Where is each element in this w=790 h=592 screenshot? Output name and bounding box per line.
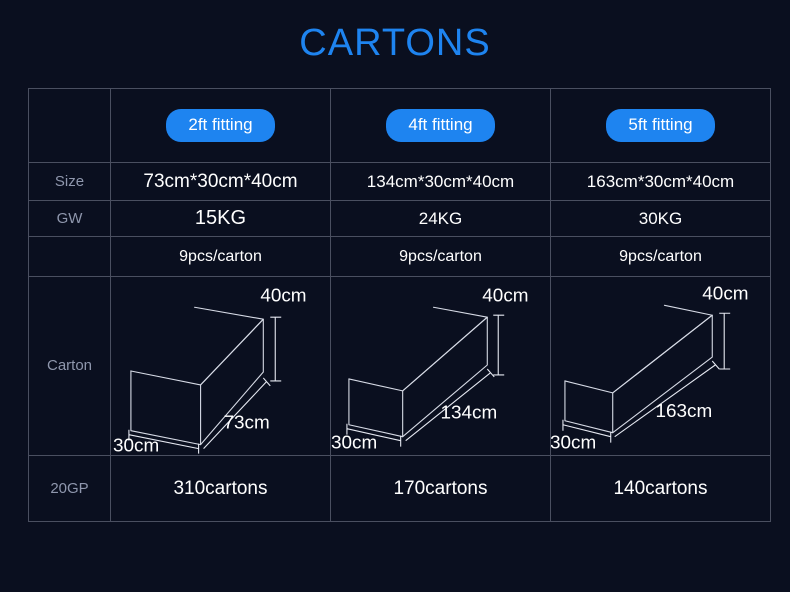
carton-cell-col2: 40cm 134cm 30cm bbox=[330, 276, 551, 456]
dimension-length-col1: 73cm bbox=[203, 377, 271, 449]
carton-diagram-col2: 40cm 134cm 30cm bbox=[331, 285, 529, 454]
dimension-width-label-col1: 30cm bbox=[113, 436, 159, 455]
gw-cell-col2: 24KG bbox=[330, 200, 551, 237]
pill-5ft-fitting[interactable]: 5ft fitting bbox=[606, 109, 715, 142]
gp-value-col1: 310cartons bbox=[173, 477, 268, 499]
pcs-value-col2: 9pcs/carton bbox=[399, 247, 482, 265]
table-header-row: 2ft fitting 4ft fitting 5ft fitting bbox=[28, 88, 771, 163]
row-label-20gp: 20GP bbox=[50, 479, 89, 497]
row-label-size-cell: Size bbox=[28, 162, 111, 201]
page-title: CARTONS bbox=[299, 22, 491, 64]
gp-value-col3: 140cartons bbox=[613, 477, 708, 499]
dimension-height-col3: 40cm bbox=[702, 283, 749, 370]
dimension-height-label-col1: 40cm bbox=[260, 285, 306, 306]
dimension-length-label-col1: 73cm bbox=[223, 413, 269, 434]
row-label-size: Size bbox=[54, 172, 85, 190]
table-row-carton: Carton 40cm 73cm 30cm 40cm 134cm 30cm 40… bbox=[28, 276, 771, 456]
carton-diagram-col1: 40cm 73cm 30cm bbox=[113, 285, 307, 455]
dimension-length-col3: 163cm bbox=[614, 360, 720, 438]
carton-diagram-col3: 40cm 163cm 30cm bbox=[551, 283, 749, 454]
header-cell-col1: 2ft fitting bbox=[110, 88, 331, 163]
gw-cell-col1: 15KG bbox=[110, 200, 331, 237]
dimension-width-col1: 30cm bbox=[113, 429, 200, 455]
carton-cell-col3: 40cm 163cm 30cm bbox=[550, 276, 771, 456]
table-row-20gp: 20GP 310cartons 170cartons 140cartons bbox=[28, 455, 771, 522]
dimension-width-label-col2: 30cm bbox=[331, 433, 377, 454]
pcs-cell-col2: 9pcs/carton bbox=[330, 236, 551, 277]
row-label-20gp-cell: 20GP bbox=[28, 455, 111, 522]
pill-4ft-fitting[interactable]: 4ft fitting bbox=[386, 109, 495, 142]
size-value-col2: 134cm*30cm*40cm bbox=[366, 171, 515, 191]
dimension-length-col2: 134cm bbox=[405, 368, 498, 442]
row-label-gw-cell: GW bbox=[28, 200, 111, 237]
dimension-length-label-col3: 163cm bbox=[656, 401, 713, 422]
row-label-carton-cell: Carton bbox=[28, 276, 111, 456]
row-label-carton: Carton bbox=[46, 357, 93, 374]
table-row-size: Size 73cm*30cm*40cm 134cm*30cm*40cm 163c… bbox=[28, 162, 771, 201]
gp-cell-col2: 170cartons bbox=[330, 455, 551, 522]
gw-value-col2: 24KG bbox=[418, 208, 463, 228]
header-corner-cell bbox=[28, 88, 111, 163]
table-row-gw: GW 15KG 24KG 30KG bbox=[28, 200, 771, 237]
row-label-gw: GW bbox=[56, 209, 83, 227]
size-value-col3: 163cm*30cm*40cm bbox=[586, 171, 735, 191]
gp-cell-col1: 310cartons bbox=[110, 455, 331, 522]
dimension-height-label-col2: 40cm bbox=[482, 285, 528, 306]
gp-value-col2: 170cartons bbox=[393, 477, 488, 499]
dimension-height-col2: 40cm bbox=[482, 285, 529, 376]
gw-cell-col3: 30KG bbox=[550, 200, 771, 237]
pill-2ft-fitting[interactable]: 2ft fitting bbox=[166, 109, 275, 142]
dimension-height-col1: 40cm bbox=[260, 285, 307, 382]
pcs-value-col1: 9pcs/carton bbox=[179, 247, 262, 265]
dimension-height-label-col3: 40cm bbox=[702, 283, 748, 304]
gp-cell-col3: 140cartons bbox=[550, 455, 771, 522]
gw-value-col3: 30KG bbox=[638, 208, 683, 228]
size-cell-col2: 134cm*30cm*40cm bbox=[330, 162, 551, 201]
pcs-cell-col1: 9pcs/carton bbox=[110, 236, 331, 277]
table-row-pcs: 9pcs/carton 9pcs/carton 9pcs/carton bbox=[28, 236, 771, 277]
size-cell-col1: 73cm*30cm*40cm bbox=[110, 162, 331, 201]
size-value-col1: 73cm*30cm*40cm bbox=[143, 170, 298, 192]
carton-cell-col1: 40cm 73cm 30cm bbox=[110, 276, 331, 456]
header-cell-col2: 4ft fitting bbox=[330, 88, 551, 163]
row-label-pcs-cell bbox=[28, 236, 111, 277]
dimension-length-label-col2: 134cm bbox=[441, 403, 498, 424]
gw-value-col1: 15KG bbox=[194, 207, 247, 229]
dimension-width-label-col3: 30cm bbox=[551, 433, 596, 454]
carton-spec-table: 2ft fitting 4ft fitting 5ft fitting Size… bbox=[28, 88, 771, 522]
pcs-value-col3: 9pcs/carton bbox=[619, 247, 702, 265]
pcs-cell-col3: 9pcs/carton bbox=[550, 236, 771, 277]
size-cell-col3: 163cm*30cm*40cm bbox=[550, 162, 771, 201]
header-cell-col3: 5ft fitting bbox=[550, 88, 771, 163]
